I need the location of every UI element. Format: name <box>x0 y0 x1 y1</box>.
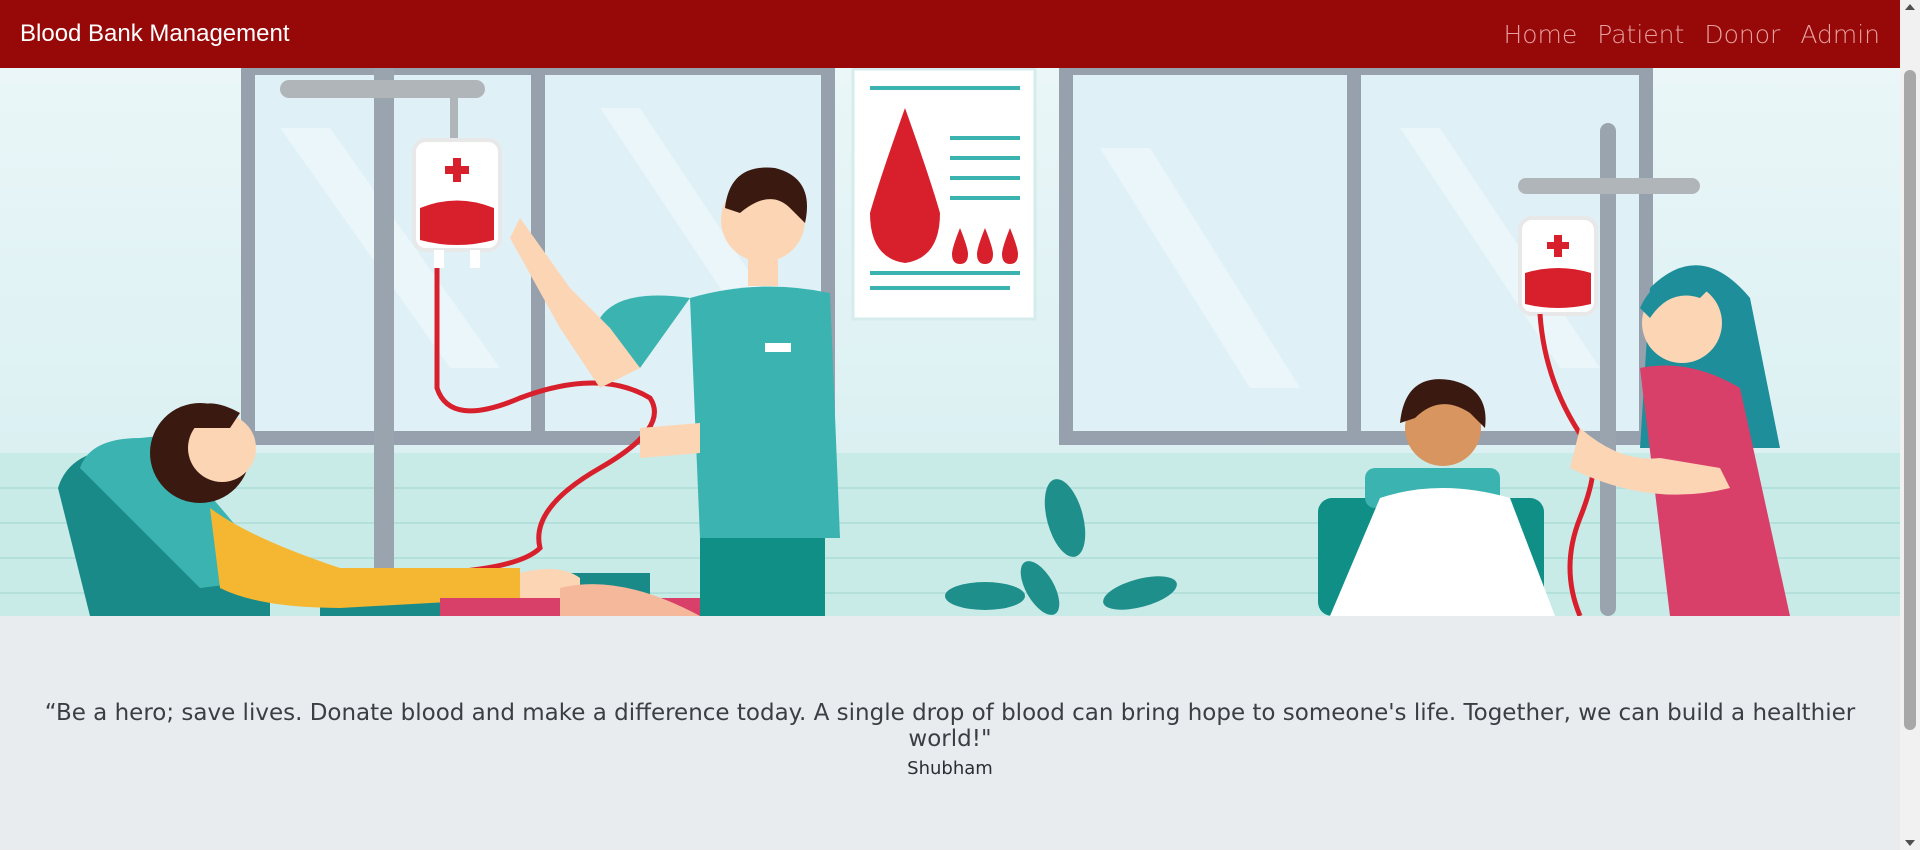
nav-link-home[interactable]: Home <box>1503 20 1577 49</box>
vertical-scrollbar[interactable] <box>1900 0 1920 850</box>
page: Blood Bank Management Home Patient Donor… <box>0 0 1900 850</box>
quote-section: “Be a hero; save lives. Donate blood and… <box>0 616 1900 850</box>
nav-link-admin[interactable]: Admin <box>1800 20 1880 49</box>
nav-links: Home Patient Donor Admin <box>1503 20 1880 49</box>
quote-text: “Be a hero; save lives. Donate blood and… <box>44 700 1856 752</box>
scroll-up-arrow-icon[interactable] <box>1905 4 1915 10</box>
quote-author: Shubham <box>907 758 993 779</box>
hero-banner <box>0 68 1900 616</box>
blood-donation-illustration <box>0 68 1900 616</box>
nav-link-donor[interactable]: Donor <box>1704 20 1780 49</box>
brand-link[interactable]: Blood Bank Management <box>20 20 290 48</box>
scroll-down-arrow-icon[interactable] <box>1905 840 1915 846</box>
nav-link-patient[interactable]: Patient <box>1597 20 1684 49</box>
scrollbar-thumb[interactable] <box>1904 70 1916 730</box>
navbar: Blood Bank Management Home Patient Donor… <box>0 0 1900 68</box>
